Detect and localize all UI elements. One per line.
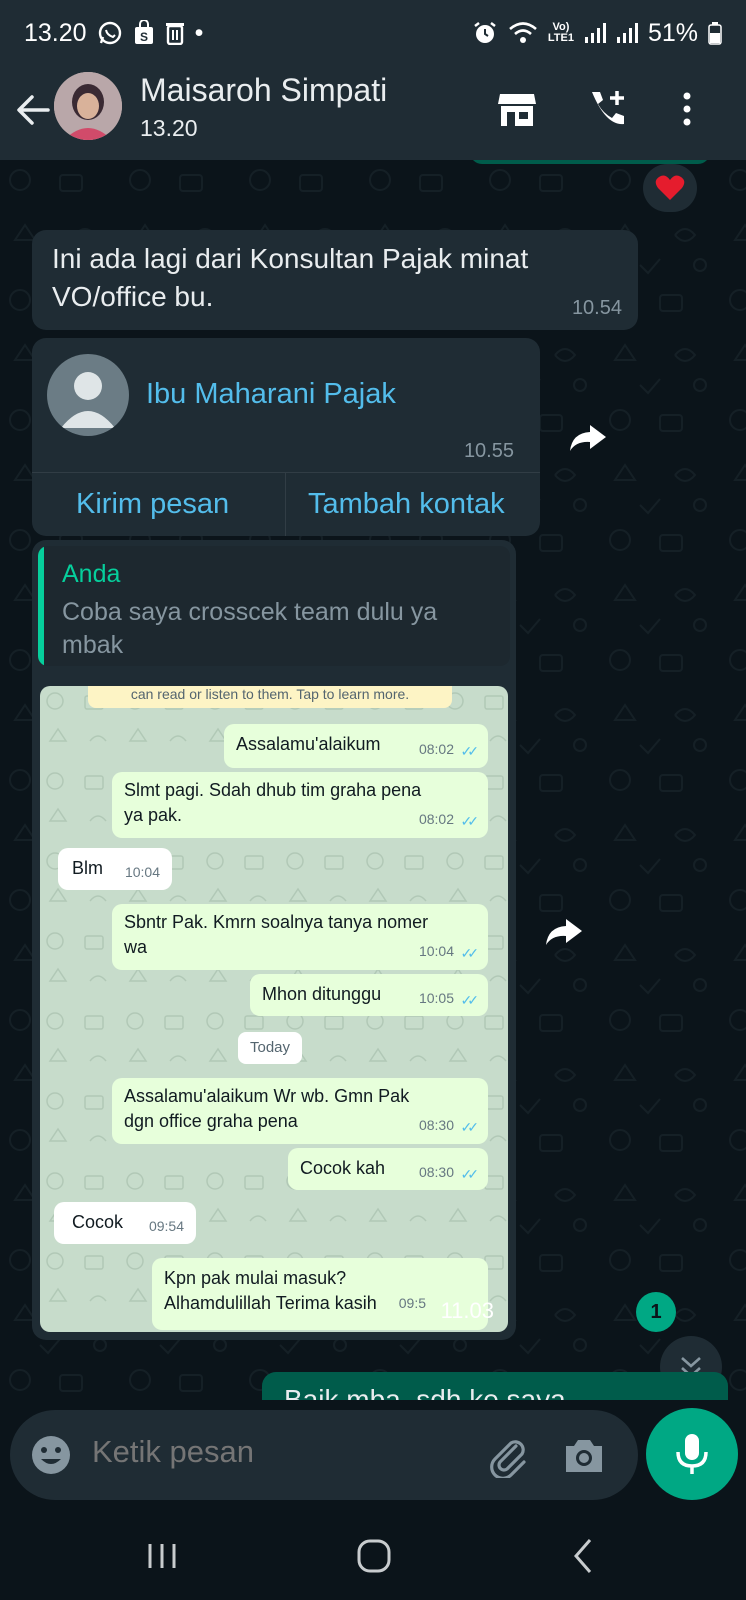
image-message-time: 11.03 [440,1298,494,1323]
card-button-divider [285,472,286,536]
quoted-message[interactable]: Anda Coba saya crosscek team dulu ya mba… [38,546,510,666]
battery-percent: 51% [647,18,698,47]
quote-text-line: Coba saya crosscek team dulu ya [62,598,438,626]
message-input[interactable] [92,1434,452,1470]
signal-icon [584,21,606,45]
incoming-message[interactable]: Ini ada lagi dari Konsultan Pajak minat … [32,230,638,330]
screenshot-message-text: ya pak. [124,805,183,825]
contact-card-message[interactable]: Ibu Maharani Pajak 10.55 Kirim pesan Tam… [32,338,540,536]
back-arrow-icon[interactable] [12,88,56,132]
screenshot-image[interactable]: can read or listen to them. Tap to learn… [40,686,508,1332]
volte-indicator: Vo) LTE1 [548,22,574,44]
read-ticks-icon: ✓✓ [460,813,480,829]
voice-message-button[interactable] [646,1408,738,1500]
camera-icon[interactable] [562,1436,606,1476]
message-text-line: Ini ada lagi dari Konsultan Pajak minat [52,243,529,274]
emoji-icon[interactable] [30,1434,72,1476]
home-icon[interactable] [352,1534,396,1578]
screenshot-message-text: Alhamdulillah Terima kasih [164,1293,377,1313]
chat-header: Maisaroh Simpati 13.20 [0,66,746,160]
contact-name[interactable]: Maisaroh Simpati [140,72,387,109]
read-ticks-icon: ✓✓ [460,743,480,759]
contact-avatar[interactable] [54,72,122,140]
screenshot-message-text: Cocok kah [300,1158,386,1178]
status-time: 13.20 [24,18,87,47]
screenshot-message-text: Cocok [72,1212,124,1232]
reaction-heart-icon[interactable] [643,164,697,212]
alarm-icon [472,20,498,46]
store-icon[interactable] [492,84,542,134]
system-navigation-bar [0,1510,746,1600]
screenshot-outgoing-bubble: Cocok kah 08:30 ✓✓ [288,1148,488,1190]
send-message-button[interactable]: Kirim pesan [76,488,229,521]
trash-icon [165,21,185,45]
status-bar: 13.20 S • Vo) LTE1 51% [0,0,746,66]
screenshot-outgoing-bubble: Assalamu'alaikum 08:02 ✓✓ [224,724,488,768]
encryption-banner: can read or listen to them. Tap to learn… [88,686,452,708]
read-ticks-icon: ✓✓ [460,1166,480,1182]
screenshot-message-time: 10:04 [418,943,454,959]
back-nav-icon[interactable] [562,1534,606,1578]
screenshot-outgoing-bubble: Kpn pak mulai masuk? Alhamdulillah Terim… [152,1258,488,1330]
screenshot-message-text: Assalamu'alaikum [236,734,381,754]
add-contact-button[interactable]: Tambah kontak [308,488,505,521]
screenshot-outgoing-bubble: Assalamu'alaikum Wr wb. Gmn Pak dgn offi… [112,1078,488,1144]
screenshot-incoming-bubble: Blm 10:04 [58,848,172,890]
battery-icon [708,21,722,45]
screenshot-message-text: Mhon ditunggu [262,984,382,1004]
attach-icon[interactable] [486,1434,530,1480]
quote-author: Anda [62,560,121,588]
message-time: 10.55 [463,440,514,462]
notification-dot: • [194,18,204,47]
screenshot-message-text: dgn office graha pena [124,1111,298,1131]
screenshot-incoming-bubble: Cocok 09:54 [54,1202,196,1244]
screenshot-message-time: 10:04 [124,864,160,880]
message-time: 10.54 [571,297,622,319]
message-input-bar [10,1410,638,1500]
read-ticks-icon: ✓✓ [460,992,480,1008]
screenshot-message-text: Sbntr Pak. Kmrn soalnya tanya nomer [124,912,429,932]
screenshot-message-text: Blm [72,858,103,878]
contact-last-seen: 13.20 [140,115,198,141]
outgoing-message-partial[interactable]: Baik mba, sdh ke saya [262,1372,728,1400]
shopping-bag-icon: S [133,20,155,46]
contact-card-avatar [47,354,129,436]
read-ticks-icon: ✓✓ [460,945,480,961]
svg-text:S: S [140,30,148,44]
message-text-line: Baik mba, sdh ke saya [284,1384,566,1400]
screenshot-message-text: Assalamu'alaikum Wr wb. Gmn Pak [124,1086,410,1106]
quote-text-line: mbak [62,631,124,659]
forward-icon[interactable] [540,908,588,956]
chat-area[interactable]: Ini ada lagi dari Konsultan Pajak minat … [0,160,746,1400]
card-divider [32,472,540,473]
screenshot-outgoing-bubble: Mhon ditunggu 10:05 ✓✓ [250,974,488,1016]
screenshot-outgoing-bubble: Sbntr Pak. Kmrn soalnya tanya nomer wa 1… [112,904,488,970]
lte-label: LTE1 [547,32,574,44]
signal-icon-2 [616,21,638,45]
screenshot-outgoing-bubble: Slmt pagi. Sdah dhub tim graha pena ya p… [112,772,488,838]
whatsapp-icon [97,20,123,46]
screenshot-message-time: 08:02 [418,811,454,827]
contact-card-name[interactable]: Ibu Maharani Pajak [146,378,396,411]
add-call-icon[interactable] [582,84,632,134]
forward-icon[interactable] [564,414,612,462]
screenshot-message-text: wa [124,937,148,957]
screenshot-message-time: 08:30 [418,1164,454,1180]
screenshot-message-text: Kpn pak mulai masuk? [164,1268,347,1288]
unread-count-badge: 1 [636,1292,676,1332]
quote-bar [38,546,44,666]
screenshot-message-time: 08:02 [418,741,454,757]
message-text-line: VO/office bu. [52,281,214,312]
screenshot-message-time: 10:05 [418,990,454,1006]
read-ticks-icon: ✓✓ [460,1119,480,1135]
screenshot-message-time: 08:30 [418,1117,454,1133]
date-chip: Today [238,1032,302,1064]
screenshot-message-time: 09:54 [148,1218,184,1234]
microphone-icon [676,1434,708,1474]
screenshot-message-time: 09:5 [398,1295,426,1311]
recent-apps-icon[interactable] [142,1536,182,1576]
more-options-icon[interactable] [662,84,712,134]
screenshot-message-text: Slmt pagi. Sdah dhub tim graha pena [124,780,422,800]
wifi-icon [508,21,538,45]
